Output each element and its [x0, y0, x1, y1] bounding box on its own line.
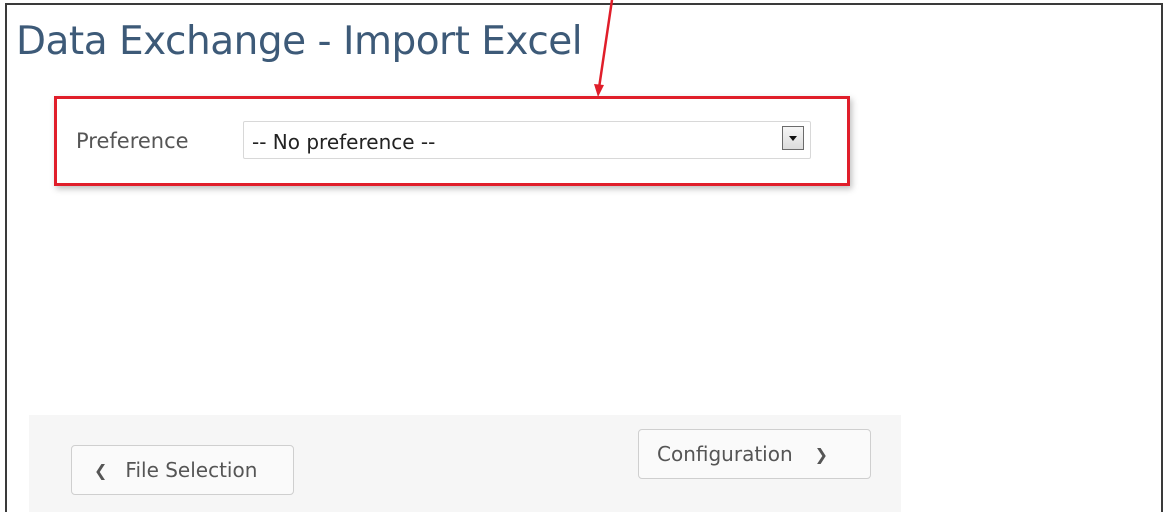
chevron-left-icon: ❮ — [94, 460, 108, 480]
configuration-button[interactable]: Configuration ❯ — [638, 429, 871, 479]
file-selection-button[interactable]: ❮ File Selection — [71, 445, 294, 495]
dropdown-arrow-icon[interactable] — [782, 126, 804, 150]
file-selection-label: File Selection — [125, 458, 258, 482]
page-title: Data Exchange - Import Excel — [16, 19, 583, 64]
chevron-right-icon: ❯ — [814, 444, 829, 464]
preference-label: Preference — [76, 129, 189, 153]
preference-select[interactable]: -- No preference -- — [243, 121, 811, 159]
preference-select-value: -- No preference -- — [252, 130, 436, 154]
configuration-label: Configuration — [657, 442, 793, 466]
